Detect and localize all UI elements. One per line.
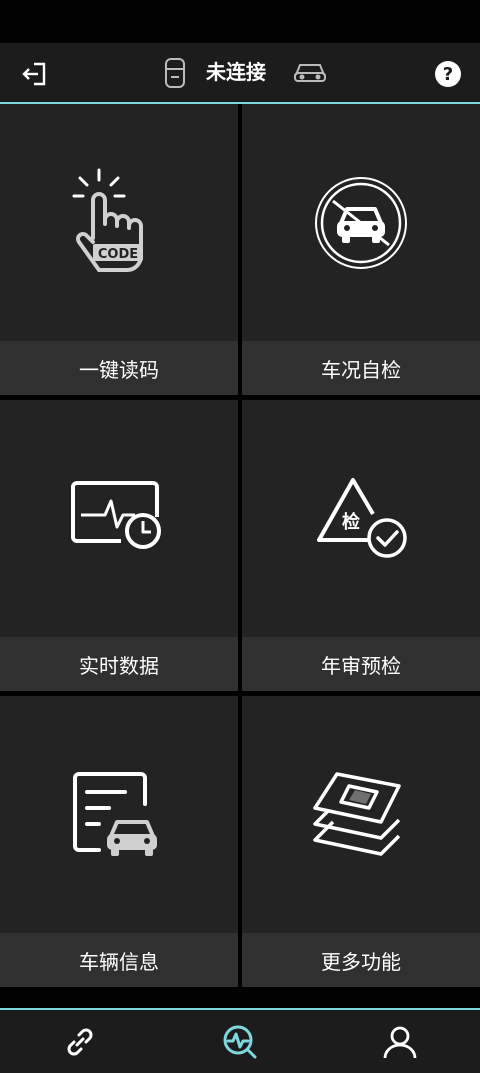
car-icon [291, 58, 329, 86]
car-self-check-icon [315, 176, 407, 269]
tab-connect[interactable] [0, 1010, 160, 1073]
svg-text:?: ? [443, 64, 453, 85]
realtime-data-icon [71, 480, 161, 549]
tile-read-code[interactable]: CODE 一键读码 [0, 104, 238, 395]
inspection-precheck-icon: 检 [317, 477, 407, 558]
tab-profile[interactable] [320, 1010, 480, 1073]
svg-text:检: 检 [342, 511, 360, 533]
exit-icon[interactable] [18, 58, 50, 90]
bottom-tab-bar [0, 1010, 480, 1073]
tile-car-self-check[interactable]: 车况自检 [242, 104, 480, 395]
tile-label: 年审预检 [242, 637, 480, 691]
function-grid: CODE 一键读码 车况自检 实时数据 检 年审预检 车辆信息 更多功能 [0, 104, 480, 988]
tile-label: 一键读码 [0, 341, 238, 395]
tile-label: 车况自检 [242, 341, 480, 395]
tile-label: 实时数据 [0, 637, 238, 691]
svg-text:CODE: CODE [98, 247, 138, 262]
user-icon [383, 1026, 417, 1058]
vci-device-icon [160, 56, 190, 90]
more-functions-icon [313, 771, 401, 856]
help-icon[interactable]: ? [432, 58, 464, 90]
spacer [0, 988, 480, 1008]
tile-label: 更多功能 [242, 933, 480, 987]
status-bar [0, 0, 480, 43]
link-icon [67, 1028, 93, 1055]
tile-label: 车辆信息 [0, 933, 238, 987]
tile-vehicle-info[interactable]: 车辆信息 [0, 696, 238, 987]
tab-diagnose[interactable] [160, 1010, 320, 1073]
diagnose-search-icon [223, 1025, 257, 1058]
tile-realtime-data[interactable]: 实时数据 [0, 400, 238, 691]
vehicle-info-icon [73, 771, 157, 856]
tap-code-icon: CODE [72, 168, 143, 272]
connection-status-title: 未连接 [206, 60, 266, 84]
tile-more-functions[interactable]: 更多功能 [242, 696, 480, 987]
tile-inspection-precheck[interactable]: 检 年审预检 [242, 400, 480, 691]
